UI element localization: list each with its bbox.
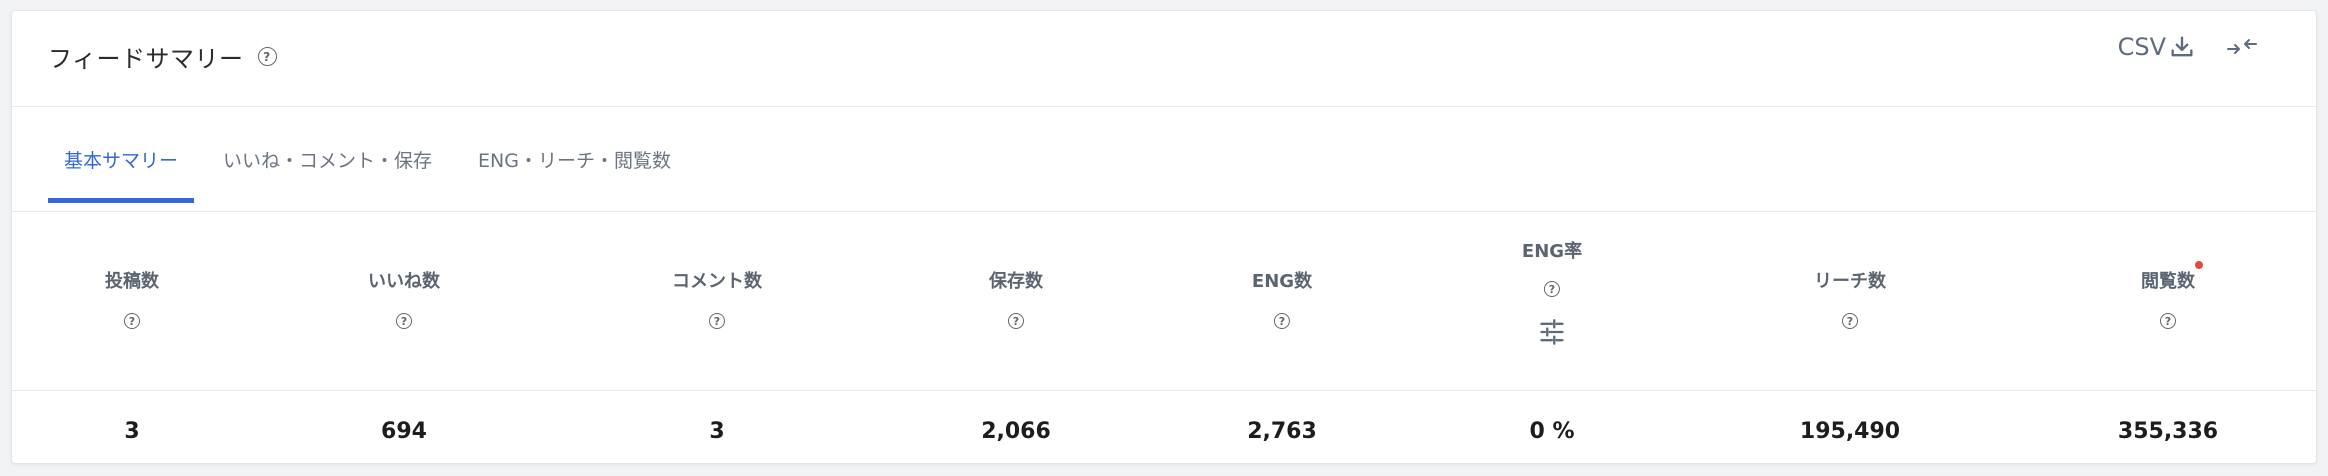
metric-value-saves: 2,066 [981,419,1051,444]
metric-header-likes: いいね数 ? [368,267,440,329]
metric-header-comments: コメント数 ? [672,267,762,329]
tab-label: 基本サマリー [64,149,179,172]
metric-header-reach: リーチ数 ? [1814,267,1886,329]
help-icon[interactable]: ? [709,313,725,329]
feed-summary-card: フィードサマリー ? CSV 基本サマリー いいね・コメント・保存 ENG・リー… [11,10,2317,464]
metrics-header-row: 投稿数 ? いいね数 ? コメント数 ? 保存数 ? ENG数 ? ENG率 ?… [12,212,2316,391]
metric-value-reach: 195,490 [1799,419,1901,444]
collapse-icon [2227,39,2257,54]
help-icon[interactable]: ? [1273,313,1290,329]
metric-value-eng: 2,763 [1247,419,1317,444]
tab-label: ENG・リーチ・閲覧数 [478,149,671,172]
tab-bar: 基本サマリー いいね・コメント・保存 ENG・リーチ・閲覧数 [12,107,2316,212]
csv-download-button[interactable]: CSV [2118,33,2196,61]
tab-eng-reach-views[interactable]: ENG・リーチ・閲覧数 [478,107,671,211]
help-icon[interactable]: ? [1008,313,1024,329]
metric-label: 閲覧数 [2141,271,2195,292]
card-header: フィードサマリー ? CSV [12,11,2316,107]
metric-value-comments: 3 [709,419,725,444]
metric-value-likes: 694 [381,419,427,444]
header-actions: CSV [2118,33,2258,61]
tab-likes-comments-saves[interactable]: いいね・コメント・保存 [223,107,432,211]
help-icon[interactable]: ? [396,313,412,329]
metric-label-wrap: 閲覧数 [2141,261,2203,293]
help-icon[interactable]: ? [257,47,277,66]
metrics-values-row: 3 694 3 2,066 2,763 0 % 195,490 355,336 [12,391,2316,465]
help-icon[interactable]: ? [1543,281,1560,297]
metric-label: 保存数 [989,271,1043,292]
help-icon[interactable]: ? [1842,313,1858,329]
metric-header-eng: ENG数 ? [1252,267,1312,329]
metric-header-eng-rate: ENG率 ? [1522,237,1582,345]
metric-header-posts: 投稿数 ? [105,267,159,329]
metric-label: ENG数 [1251,271,1313,292]
collapse-button[interactable] [2226,33,2258,61]
metric-label: 投稿数 [105,271,159,292]
help-icon[interactable]: ? [124,313,140,329]
card-title: フィードサマリー ? [48,39,277,74]
metric-value-eng-rate: 0 % [1529,419,1575,444]
metric-value-views: 355,336 [2117,419,2219,444]
tab-label: いいね・コメント・保存 [223,149,433,172]
card-title-text: フィードサマリー [48,45,244,73]
metric-header-views: 閲覧数 ? [2141,261,2203,329]
metric-label: リーチ数 [1814,271,1886,292]
metric-label: いいね数 [368,271,440,292]
tune-settings-icon[interactable] [1538,319,1566,345]
metric-value-posts: 3 [124,419,140,444]
csv-label: CSV [2117,33,2166,61]
download-icon [2171,36,2193,57]
metric-label: ENG率 [1521,241,1583,262]
tab-basic-summary[interactable]: 基本サマリー [48,107,195,211]
metric-label: コメント数 [672,271,762,292]
notification-dot [2195,261,2203,269]
help-icon[interactable]: ? [2160,313,2176,329]
metric-header-saves: 保存数 ? [989,267,1043,329]
